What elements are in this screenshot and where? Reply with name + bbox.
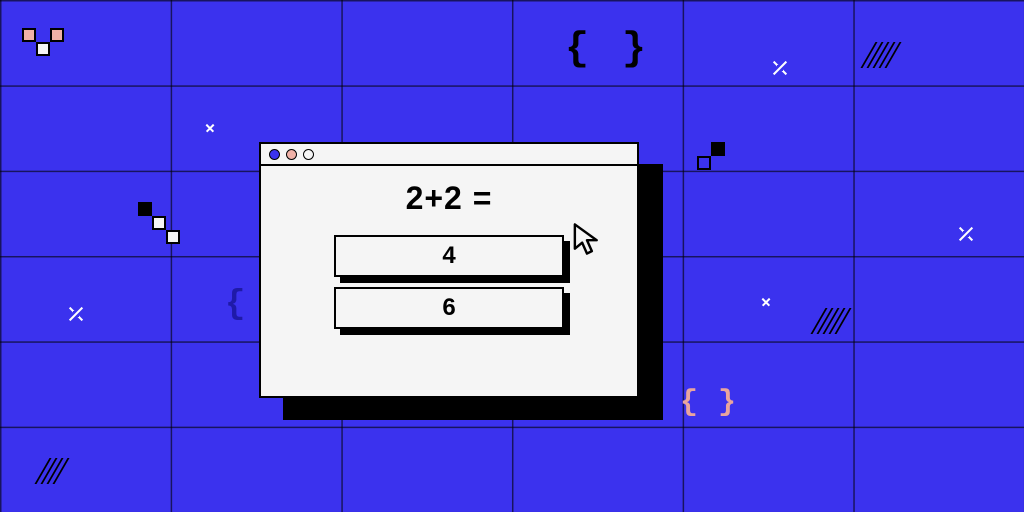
hatch-decoration <box>868 42 894 68</box>
brace-left-icon: { <box>565 30 589 70</box>
quiz-window: 2+2 = 4 6 <box>259 142 639 398</box>
brace-right-icon: } <box>718 388 736 418</box>
answer-option-0[interactable]: 4 <box>334 235 564 277</box>
quiz-question: 2+2 = <box>406 180 493 217</box>
traffic-light-close-icon[interactable] <box>269 149 280 160</box>
traffic-light-zoom-icon[interactable] <box>303 149 314 160</box>
quiz-answers: 4 6 <box>334 235 564 339</box>
hatch-decoration <box>818 308 844 334</box>
traffic-light-minimize-icon[interactable] <box>286 149 297 160</box>
brace-left-icon: { <box>225 288 245 322</box>
answer-option-1[interactable]: 6 <box>334 287 564 329</box>
window-titlebar <box>261 144 637 166</box>
hatch-decoration <box>42 458 62 484</box>
window-content: 2+2 = 4 6 <box>261 166 637 359</box>
brace-right-icon: } <box>622 30 646 70</box>
brace-left-icon: { <box>680 388 698 418</box>
